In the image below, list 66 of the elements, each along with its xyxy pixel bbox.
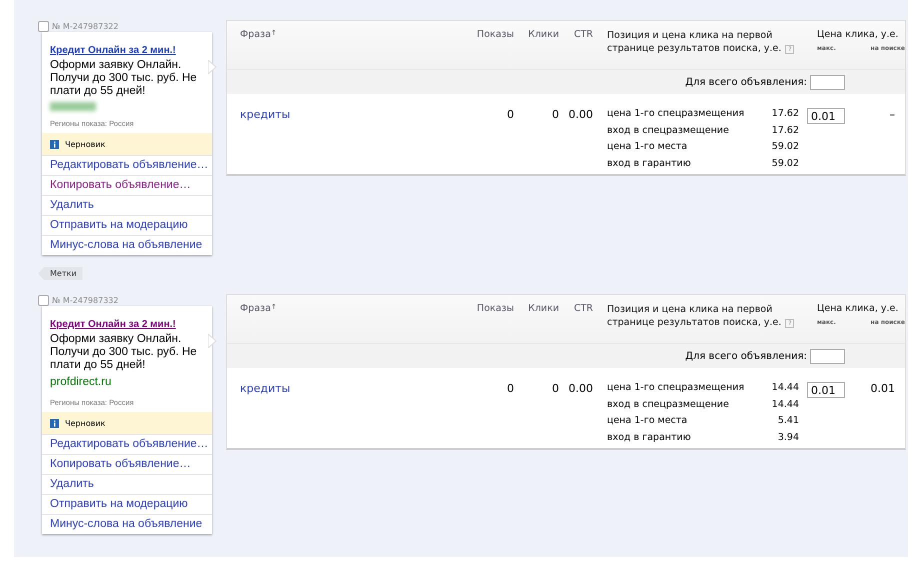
- ad-text: Оформи заявку Онлайн. Получи до 300 тыс. руб. Не плати до 55 дней!: [50, 59, 198, 98]
- phrase-link[interactable]: кредиты: [240, 108, 290, 121]
- input-field[interactable]: 0.01: [807, 382, 845, 398]
- ad-action-link[interactable]: Редактировать объявление…: [42, 434, 212, 454]
- input-field[interactable]: [810, 348, 845, 364]
- ad-action-link[interactable]: Отправить на модерацию: [42, 494, 212, 514]
- table-cell-text: 0: [551, 382, 559, 397]
- position-label: цена 1-го места: [607, 415, 688, 428]
- table-cell-text: 0: [506, 382, 514, 397]
- position-value: 5.41: [776, 415, 799, 428]
- position-value: 17.62: [772, 108, 799, 121]
- column-header: Позиция и цена клика на первой странице результатов поиска, у.е.: [607, 304, 782, 328]
- position-label: вход в гарантию: [607, 432, 692, 444]
- position-value: 59.02: [772, 158, 799, 170]
- input-field[interactable]: 0.01: [807, 108, 845, 124]
- phrase-link[interactable]: кредиты: [240, 382, 290, 395]
- position-value: 14.44: [772, 398, 799, 412]
- position-value: 59.02: [772, 141, 799, 154]
- column-header[interactable]: Показы: [460, 303, 514, 343]
- ad-title-link[interactable]: Кредит Онлайн за 2 мин.!: [50, 319, 176, 330]
- column-header[interactable]: Фраза: [240, 29, 271, 40]
- ad-action-link[interactable]: Копировать объявление…: [42, 454, 212, 474]
- whole-ad-label: Для всего объявления:: [685, 76, 807, 88]
- position-value: 3.94: [776, 432, 799, 444]
- position-value: 14.44: [772, 382, 799, 395]
- ad-action-link[interactable]: Минус-слова на объявление: [42, 514, 212, 534]
- checkbox[interactable]: [38, 294, 49, 306]
- input-field[interactable]: [810, 74, 845, 90]
- position-label: цена 1-го спецразмещения: [607, 382, 746, 395]
- ad-action-link[interactable]: Редактировать объявление…: [42, 155, 212, 175]
- position-label: цена 1-го спецразмещения: [607, 108, 746, 121]
- ad-number: № M-247987332: [52, 296, 118, 304]
- table-cell-text: 0: [506, 108, 514, 123]
- ad-text: Оформи заявку Онлайн. Получи до 300 тыс. руб. Не плати до 55 дней!: [50, 333, 198, 372]
- column-header[interactable]: CTR: [559, 29, 593, 69]
- table-cell-text: 0.00: [568, 382, 593, 397]
- position-label: вход в спецразмещение: [607, 398, 730, 412]
- position-label: вход в гарантию: [607, 158, 692, 170]
- ad-action-link[interactable]: Минус-слова на объявление: [42, 235, 212, 255]
- column-header: Цена клика, у.е.: [817, 303, 900, 314]
- ad-action-link[interactable]: Удалить: [42, 195, 212, 215]
- status-text: Черновик: [65, 140, 106, 148]
- column-header[interactable]: Фраза: [240, 303, 271, 314]
- table-cell-text: 0: [551, 108, 559, 123]
- position-label: вход в спецразмещение: [607, 124, 730, 138]
- tags-button[interactable]: Метки: [38, 267, 83, 280]
- ad-title-link[interactable]: Кредит Онлайн за 2 мин.!: [50, 45, 176, 56]
- position-label: цена 1-го места: [607, 141, 688, 154]
- ad-number: № M-247987322: [52, 22, 118, 30]
- column-header: Позиция и цена клика на первой странице результатов поиска, у.е.: [607, 30, 782, 54]
- table-cell-text: 0.01: [870, 382, 896, 397]
- column-header[interactable]: Клики: [514, 303, 559, 343]
- ad-action-link[interactable]: Копировать объявление…: [42, 175, 212, 195]
- table-cell-text: 0.00: [568, 108, 593, 123]
- ad-action-link[interactable]: Удалить: [42, 474, 212, 494]
- column-header[interactable]: Клики: [514, 29, 559, 69]
- ad-action-link[interactable]: Отправить на модерацию: [42, 215, 212, 235]
- column-header[interactable]: Показы: [460, 29, 514, 69]
- ad-domain: profdirect.ru: [50, 376, 112, 388]
- checkbox[interactable]: [38, 20, 49, 32]
- column-header: Цена клика, у.е.: [817, 29, 900, 40]
- position-value: 17.62: [772, 124, 799, 138]
- table-cell-text: –: [888, 108, 896, 123]
- whole-ad-label: Для всего объявления:: [685, 350, 807, 362]
- status-text: Черновик: [65, 418, 106, 428]
- column-header[interactable]: CTR: [559, 303, 593, 343]
